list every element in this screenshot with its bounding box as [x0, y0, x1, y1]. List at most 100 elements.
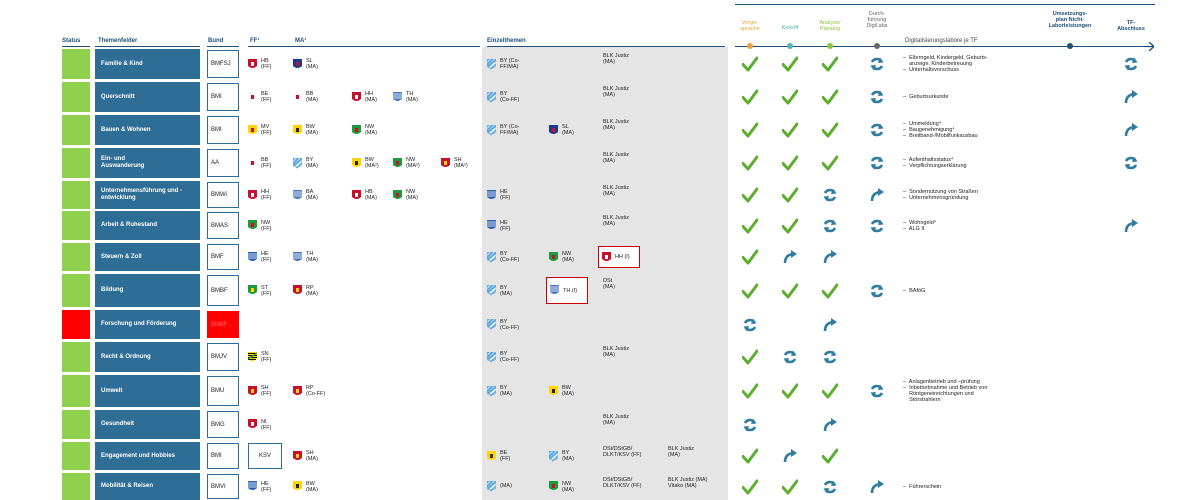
topic-field[interactable]: Arbeit & Ruhestand — [95, 211, 200, 240]
in-progress-icon — [870, 123, 884, 137]
einzel-state-tag-crest-icon — [487, 385, 496, 397]
ff-state-tag-crest-icon — [248, 189, 257, 201]
topic-field[interactable]: Gesundheit — [95, 410, 200, 439]
rule — [487, 46, 725, 47]
ff-state-tag-label: MV (FF) — [261, 124, 272, 136]
timeline-arrow-icon — [1144, 42, 1154, 51]
ff-state-tag-label: ST (FF) — [261, 284, 272, 297]
topic-field[interactable]: Bauen & Wohnen — [95, 115, 200, 145]
einzel-state-tag: BY (Co- FF/MA) — [487, 124, 519, 136]
status-indicator — [62, 211, 90, 240]
topic-field[interactable]: Ein- und Auswanderung — [95, 148, 200, 178]
einzel-state-tag-label: HE (FF) — [500, 219, 511, 232]
einzel-state-tag-label: BY (Co-FF) — [500, 351, 520, 363]
ff-state-tag: HH (FF) — [248, 189, 271, 201]
einzel-state-tag-label: BY (Co-FF) — [500, 91, 520, 103]
timeline-top-rule — [735, 4, 1155, 5]
einzel-state-tag: NW (MA) — [549, 251, 574, 263]
ff-state-tag-crest-shape — [248, 220, 257, 229]
in-progress-icon — [1124, 57, 1138, 71]
topic-field[interactable]: Steuern & Zoll — [95, 243, 200, 271]
ma-state-tag-crest-icon — [393, 91, 402, 103]
check-icon — [742, 249, 758, 265]
einzelthemen-background — [482, 47, 728, 500]
bund-ministry: BMI — [207, 116, 239, 144]
check-icon — [782, 89, 798, 105]
phase-dot-1 — [787, 43, 793, 49]
einzel-state-tag-crest-shape — [487, 351, 496, 362]
started-arrow-icon — [870, 188, 884, 202]
highlighted-crest-shape — [550, 285, 559, 294]
einzel-state-tag-crest-shape — [487, 220, 496, 229]
einzel-state-tag-crest-shape — [487, 385, 496, 396]
in-progress-icon — [823, 188, 837, 202]
einzel-state-tag: BY (Co-FF) — [487, 319, 519, 331]
status-indicator — [62, 82, 90, 112]
topic-field[interactable]: Querschnitt — [95, 82, 200, 112]
ma-state-tag-label: BW (MA²) — [365, 157, 379, 169]
ff-state-tag-label: SH (FF) — [261, 385, 272, 397]
ff-state-tag: BB (FF) — [248, 157, 271, 169]
einzel-state-tag-crest-icon — [487, 251, 496, 263]
einzel-state-tag: BY (Co-FF) — [487, 351, 519, 363]
phase-dot-0 — [747, 43, 753, 49]
ma-state-tag-crest-icon — [393, 157, 402, 169]
einzel-state-tag-crest-icon — [487, 220, 496, 231]
check-icon — [782, 187, 798, 203]
check-icon — [742, 349, 758, 365]
einzel-state-tag-crest-shape — [549, 450, 558, 461]
highlighted-state-box: HH (I) — [598, 246, 640, 268]
einzel-single-text: BLK Justiz (MA) — [603, 119, 629, 131]
ff-state-tag: NI (FF) — [248, 419, 271, 431]
ma-state-tag-crest-shape — [352, 124, 361, 134]
ma-state-tag-crest-icon — [352, 91, 361, 103]
topic-field[interactable]: Unternehmensführung und - entwicklung — [95, 181, 200, 209]
topic-field[interactable]: Forschung und Förderung — [95, 310, 200, 339]
ma-state-tag-crest-icon — [293, 58, 302, 70]
status-indicator — [62, 274, 90, 307]
bund-ministry: BMJV — [207, 343, 239, 371]
einzel-state-tag: BY (MA) — [549, 450, 574, 462]
topic-field[interactable]: Recht & Ordnung — [95, 342, 200, 372]
rule — [95, 46, 200, 47]
topic-field[interactable]: Mobilität & Reisen — [95, 473, 200, 500]
einzel-state-tag-crest-shape — [487, 58, 496, 69]
ma-state-tag-label: BB (MA) — [306, 91, 318, 103]
einzel-state-tag-crest-shape — [487, 480, 496, 491]
einzel-state-tag: BW (MA) — [549, 385, 574, 397]
einzel-single-text: BLK Justiz (MA) — [603, 152, 629, 164]
ff-state-tag: MV (FF) — [248, 124, 271, 136]
check-icon — [742, 187, 758, 203]
ma-state-tag-crest-icon — [293, 189, 302, 201]
topic-field[interactable]: Engagement und Hobbies — [95, 442, 200, 470]
topic-field[interactable]: Umwelt — [95, 375, 200, 407]
einzel-state-tag-crest-shape — [549, 124, 558, 134]
lab-notes: – Führerschein — [903, 484, 941, 490]
ff-state-tag-crest-shape — [248, 385, 257, 395]
lab-notes: – Wohngeld⁴ – ALG II — [903, 220, 936, 232]
ff-state-tag-crest-shape — [248, 189, 257, 199]
einzel-state-tag-label: BY (MA) — [562, 450, 574, 462]
ma-state-tag-crest-shape — [393, 157, 402, 167]
ma-state-tag: RP (MA) — [293, 285, 318, 297]
topic-field[interactable]: Bildung — [95, 274, 200, 307]
bund-ministry: BMU — [207, 376, 239, 406]
ma-state-tag: TH (MA) — [393, 91, 418, 103]
status-indicator — [62, 342, 90, 372]
ma-state-tag-crest-icon — [293, 450, 302, 462]
ma-state-tag-crest-shape — [293, 481, 302, 490]
check-icon — [742, 89, 758, 105]
lab-notes: – Elterngeld, Kindergeld, Geburts- anzei… — [903, 55, 988, 73]
ma-state-tag-crest-shape — [393, 91, 402, 101]
topic-field[interactable]: Familie & Kind — [95, 49, 200, 79]
ma-state-tag-label: BA (MA) — [306, 189, 318, 201]
timeline-line — [735, 46, 1148, 47]
ma-state-tag-crest-shape — [293, 285, 302, 294]
ma-state-tag-crest-icon — [352, 124, 361, 136]
einzel-state-tag-label: (MA) — [500, 483, 512, 489]
col-topic-header: Themenfelder — [98, 38, 138, 44]
ma-state-tag: BY (MA) — [293, 157, 318, 169]
ma-state-tag-crest-shape — [441, 157, 450, 167]
status-indicator — [62, 115, 90, 145]
ma-state-tag: SH (MA) — [293, 450, 318, 462]
